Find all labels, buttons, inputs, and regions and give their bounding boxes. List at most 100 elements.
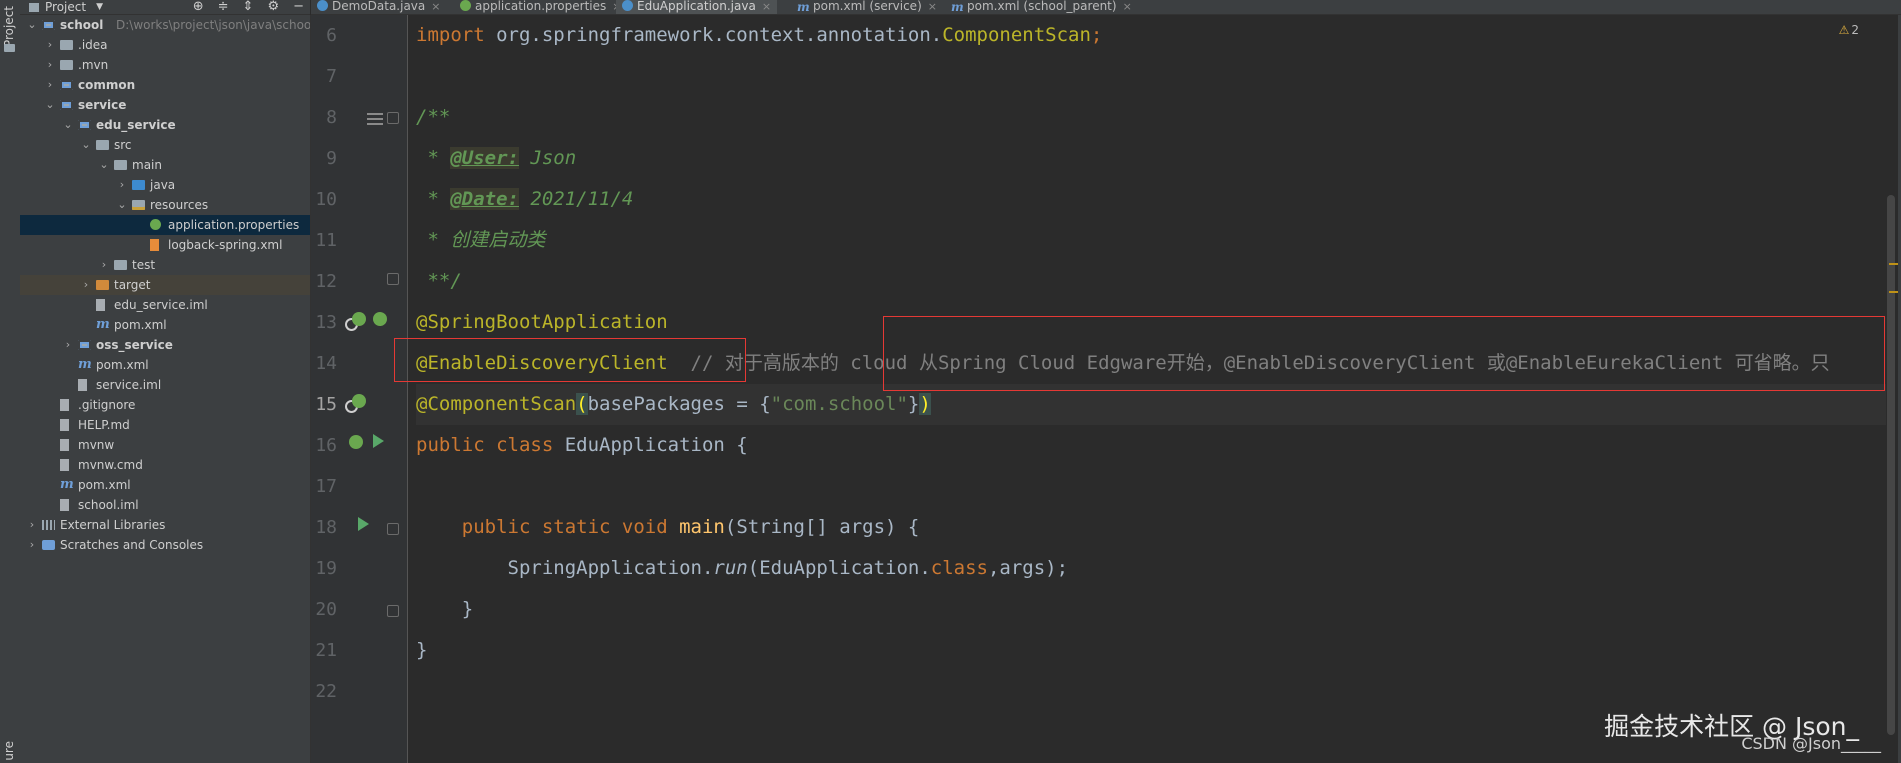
tree-node[interactable]: application.properties [20,215,310,235]
line-number[interactable]: 8 [311,107,337,128]
chevron-right-icon[interactable]: › [44,55,56,75]
chevron-down-icon[interactable]: ⌄ [62,115,74,135]
line-number[interactable]: 15 [311,394,337,415]
code-line-20[interactable]: } [416,589,473,630]
close-icon[interactable]: × [431,0,440,13]
editor-tab[interactable]: application.properties× [454,0,627,14]
line-number[interactable]: 14 [311,353,337,374]
code-line-8[interactable]: /** [416,97,450,138]
code-line-12[interactable]: **/ [416,261,461,302]
run-icon[interactable] [358,517,369,531]
fold-icon[interactable] [387,112,399,124]
tree-node[interactable]: › test [20,255,310,275]
expand-all-icon[interactable]: ⇕ [243,0,254,13]
chevron-right-icon[interactable]: › [26,535,38,555]
code-line-19[interactable]: SpringApplication.run(EduApplication.cla… [416,548,1069,589]
tree-node[interactable]: .gitignore [20,395,310,415]
tree-node[interactable]: m pom.xml [20,475,310,495]
line-number[interactable]: 20 [311,599,337,620]
structure-tool-window-label[interactable]: ure [2,741,16,761]
code-line-16[interactable]: public class EduApplication { [416,425,748,466]
tree-node[interactable]: mvnw [20,435,310,455]
line-number[interactable]: 21 [311,640,337,661]
chevron-right-icon[interactable]: › [44,75,56,95]
code-line-6[interactable]: import org.springframework.context.annot… [416,15,1102,56]
chevron-down-icon[interactable]: ⌄ [26,15,38,35]
editor-tab[interactable]: EduApplication.java × [616,0,778,14]
line-number[interactable]: 7 [311,66,337,87]
tree-node[interactable]: › Scratches and Consoles [20,535,310,555]
tree-node[interactable]: edu_service.iml [20,295,310,315]
spring-bean-icon[interactable] [349,435,363,449]
close-icon[interactable]: × [928,0,937,13]
fold-icon[interactable] [387,523,399,535]
chevron-right-icon[interactable]: › [62,335,74,355]
line-number[interactable]: 10 [311,189,337,210]
tree-node[interactable]: HELP.md [20,415,310,435]
tree-node[interactable]: › target [20,275,310,295]
line-number[interactable]: 22 [311,681,337,702]
tree-node[interactable]: ⌄ resources [20,195,310,215]
chevron-down-icon[interactable]: ⌄ [80,135,92,155]
editor-tab[interactable]: DemoData.java × [311,0,446,14]
line-number[interactable]: 18 [311,517,337,538]
locate-icon[interactable]: ⊕ [193,0,204,13]
code-line-21[interactable]: } [416,630,427,671]
line-number[interactable]: 11 [311,230,337,251]
tree-node[interactable]: ⌄ edu_service [20,115,310,135]
project-folder-icon[interactable] [4,44,15,52]
line-number[interactable]: 19 [311,558,337,579]
tree-node[interactable]: mvnw.cmd [20,455,310,475]
tree-node[interactable]: › External Libraries [20,515,310,535]
project-view-dropdown[interactable]: ▼ [96,2,103,12]
code-line-9[interactable]: * @User: Json [416,138,576,179]
code-line-13[interactable]: @SpringBootApplication [416,302,668,343]
editor-tab[interactable]: m pom.xml (service) × [791,0,943,14]
chevron-down-icon[interactable]: ⌄ [98,155,110,175]
close-icon[interactable]: × [762,0,771,13]
chevron-right-icon[interactable]: › [98,255,110,275]
tree-node[interactable]: › java [20,175,310,195]
spring-bean-icon[interactable] [352,312,366,326]
chevron-right-icon[interactable]: › [26,515,38,535]
chevron-right-icon[interactable]: › [116,175,128,195]
inspection-warnings[interactable]: ⚠ 2 [1839,23,1859,37]
tree-node[interactable]: › .idea [20,35,310,55]
tree-node[interactable]: m pom.xml [20,355,310,375]
line-number[interactable]: 12 [311,271,337,292]
chevron-right-icon[interactable]: › [80,275,92,295]
render-doc-toggle-icon[interactable] [367,113,383,125]
code-editor[interactable]: 6 7 8 9 10 11 12 13 14 15 16 17 18 19 20 21 22 import or… [311,15,1901,763]
fold-icon[interactable] [387,273,399,285]
code-line-11[interactable]: * 创建启动类 [416,220,545,261]
chevron-down-icon[interactable]: ⌄ [116,195,128,215]
tree-node[interactable]: ⌄ main [20,155,310,175]
chevron-down-icon[interactable]: ⌄ [44,95,56,115]
line-number[interactable]: 17 [311,476,337,497]
tree-node[interactable]: m pom.xml [20,315,310,335]
tree-node[interactable]: › .mvn [20,55,310,75]
tree-node[interactable]: service.iml [20,375,310,395]
project-tool-window-label[interactable]: Project [2,6,16,47]
gear-icon[interactable]: ⚙ [267,0,279,13]
fold-icon[interactable] [387,605,399,617]
spring-bean-check-icon[interactable] [373,312,387,326]
tree-node[interactable]: ⌄ src [20,135,310,155]
line-number[interactable]: 16 [311,435,337,456]
spring-bean-icon[interactable] [352,394,366,408]
run-icon[interactable] [373,434,384,448]
hide-icon[interactable]: − [293,0,304,13]
tree-node[interactable]: logback-spring.xml [20,235,310,255]
code-line-18[interactable]: public static void main(String[] args) { [416,507,920,548]
line-number[interactable]: 9 [311,148,337,169]
chevron-right-icon[interactable]: › [44,35,56,55]
line-number[interactable]: 6 [311,25,337,46]
tree-node[interactable]: school.iml [20,495,310,515]
tree-node[interactable]: › common [20,75,310,95]
collapse-all-icon[interactable]: ≑ [218,0,229,13]
line-number[interactable]: 13 [311,312,337,333]
tree-node[interactable]: ⌄ service [20,95,310,115]
close-icon[interactable]: × [1123,0,1132,13]
tree-node[interactable]: › oss_service [20,335,310,355]
editor-tab[interactable]: m pom.xml (school_parent) × [945,0,1138,14]
